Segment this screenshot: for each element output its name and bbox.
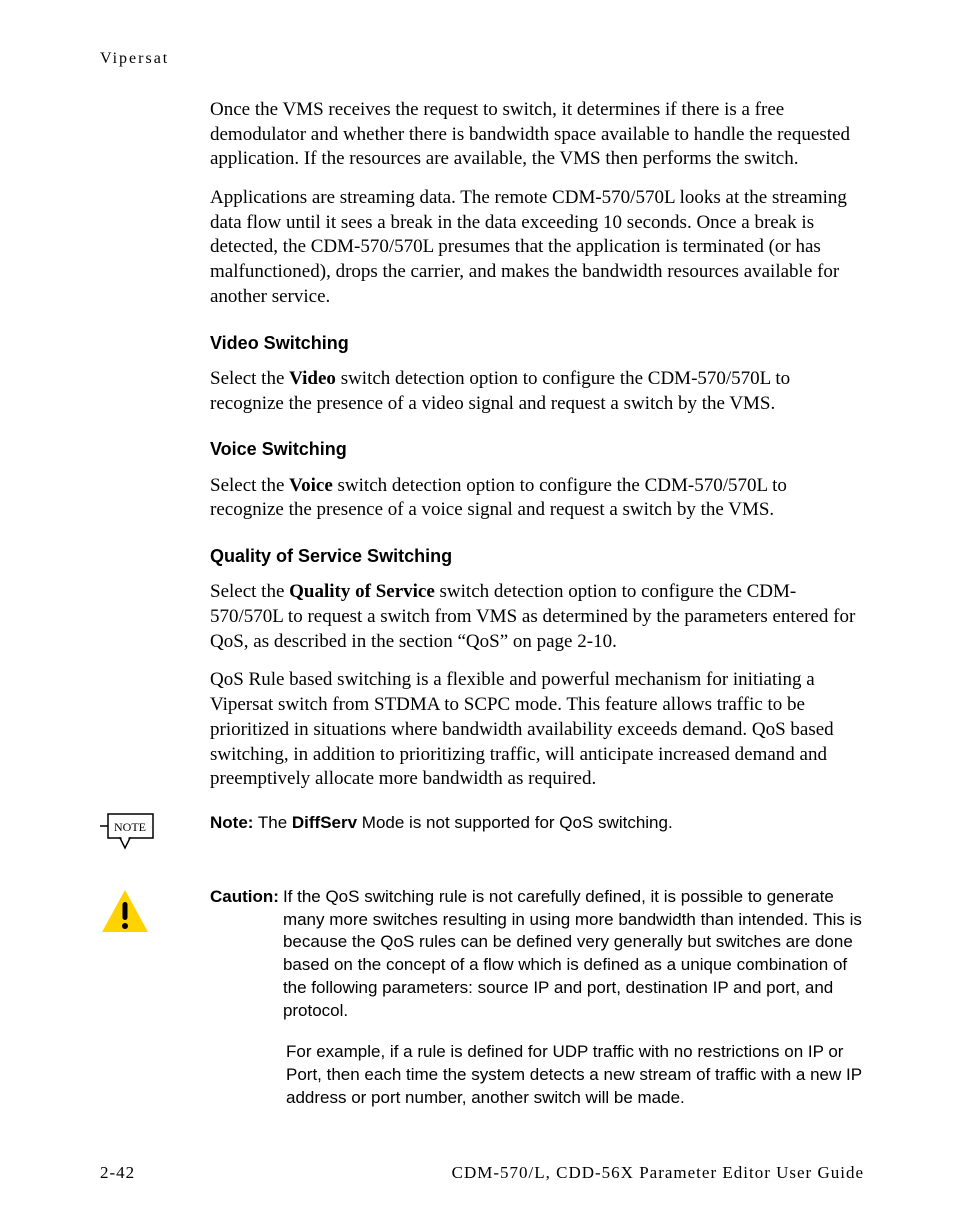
note-label: Note:	[210, 813, 253, 832]
running-header: Vipersat	[100, 50, 864, 68]
bold-term: Voice	[289, 475, 333, 496]
note-text: Note: The DiffServ Mode is not supported…	[210, 812, 673, 835]
text: For example, if a rule is defined for UD…	[210, 1041, 864, 1110]
heading-video-switching: Video Switching	[210, 332, 864, 355]
heading-qos-switching: Quality of Service Switching	[210, 545, 864, 568]
bold-term: DiffServ	[292, 813, 357, 832]
paragraph: Select the Quality of Service switch det…	[210, 580, 864, 654]
paragraph: Select the Video switch detection option…	[210, 367, 864, 416]
paragraph: QoS Rule based switching is a flexible a…	[210, 668, 864, 791]
text: Select the	[210, 475, 289, 496]
text: Mode is not supported for QoS switching.	[357, 813, 673, 832]
note-icon: NOTE	[100, 812, 155, 860]
text: If the QoS switching rule is not careful…	[283, 886, 864, 1024]
text: Select the	[210, 368, 289, 389]
paragraph: Applications are streaming data. The rem…	[210, 186, 864, 309]
heading-voice-switching: Voice Switching	[210, 438, 864, 461]
caution-icon	[100, 888, 155, 944]
text: Select the	[210, 581, 289, 602]
note-icon-label: NOTE	[114, 820, 146, 834]
bold-term: Video	[289, 368, 336, 389]
paragraph: Once the VMS receives the request to swi…	[210, 98, 864, 172]
text: The	[253, 813, 291, 832]
page-number: 2-42	[100, 1163, 135, 1183]
caution-label: Caution:	[210, 886, 283, 1024]
paragraph: Select the Voice switch detection option…	[210, 474, 864, 523]
bold-term: Quality of Service	[289, 581, 435, 602]
footer-title: CDM-570/L, CDD-56X Parameter Editor User…	[452, 1163, 864, 1183]
caution-text: Caution: If the QoS switching rule is no…	[210, 886, 864, 1110]
